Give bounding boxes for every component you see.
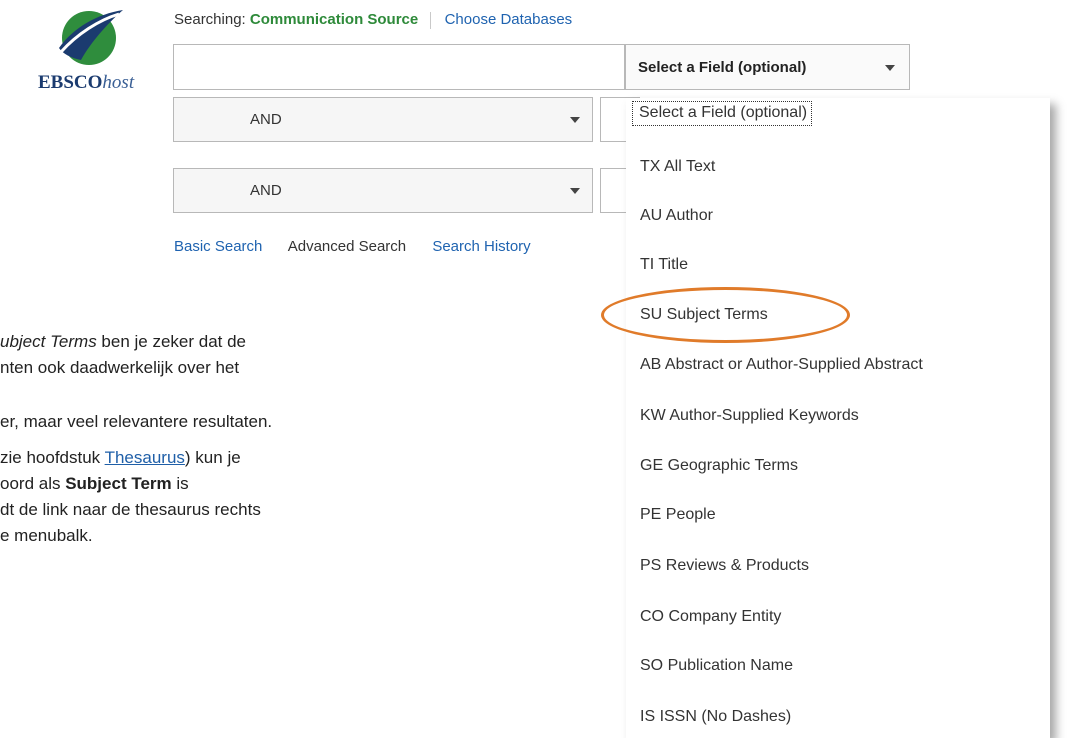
logo-wordmark: EBSCOhost — [38, 72, 135, 93]
dropdown-option[interactable]: SO Publication Name — [640, 657, 793, 675]
dropdown-option[interactable]: TX All Text — [640, 158, 715, 176]
search-mode-links: Basic Search Advanced Search Search Hist… — [174, 238, 553, 255]
searching-line: Searching: Communication Source Choose D… — [174, 11, 572, 29]
dropdown-option[interactable]: AB Abstract or Author-Supplied Abstract — [640, 356, 923, 374]
dropdown-option[interactable]: PE People — [640, 506, 716, 524]
body-text-line: zie hoofdstuk Thesaurus) kun je — [0, 448, 241, 467]
choose-databases-link[interactable]: Choose Databases — [445, 11, 573, 28]
separator — [430, 11, 432, 29]
dropdown-option[interactable]: KW Author-Supplied Keywords — [640, 407, 859, 425]
ebsco-logo-icon — [59, 10, 123, 65]
chevron-down-icon — [885, 65, 895, 71]
dropdown-option[interactable]: AU Author — [640, 207, 713, 225]
advanced-search-link[interactable]: Advanced Search — [288, 238, 406, 255]
boolean-operator-select[interactable]: AND — [173, 97, 593, 142]
thesaurus-link[interactable]: Thesaurus — [105, 448, 185, 467]
dropdown-option[interactable]: CO Company Entity — [640, 608, 781, 626]
operator-value: AND — [250, 111, 282, 128]
dropdown-option-subject-terms[interactable]: SU Subject Terms — [640, 306, 768, 324]
field-dropdown-list: Select a Field (optional) TX All Text AU… — [626, 98, 1050, 738]
operator-value: AND — [250, 182, 282, 199]
body-text-line: nten ook daadwerkelijk over het — [0, 358, 240, 377]
field-select-value: Select a Field (optional) — [638, 59, 807, 76]
body-text-line: dt de link naar de thesaurus rechts — [0, 500, 261, 519]
search-history-link[interactable]: Search History — [432, 238, 530, 255]
body-text-line: ubject Terms ben je zeker dat de — [0, 332, 247, 351]
ebscohost-logo[interactable]: EBSCOhost — [30, 8, 155, 103]
body-text-line: e menubalk. — [0, 526, 93, 545]
chevron-down-icon — [570, 117, 580, 123]
boolean-operator-select[interactable]: AND — [173, 168, 593, 213]
field-select[interactable]: Select a Field (optional) — [625, 44, 910, 90]
dropdown-option[interactable]: Select a Field (optional) — [632, 101, 813, 126]
search-input[interactable] — [173, 44, 625, 90]
dropdown-option[interactable]: TI Title — [640, 256, 688, 274]
body-text-line: oord als Subject Term is — [0, 474, 189, 493]
dropdown-option[interactable]: GE Geographic Terms — [640, 457, 798, 475]
chevron-down-icon — [570, 188, 580, 194]
body-text-line: er, maar veel relevantere resultaten. — [0, 412, 273, 431]
dropdown-option[interactable]: IS ISSN (No Dashes) — [640, 708, 791, 726]
searching-label: Searching: — [174, 11, 246, 28]
basic-search-link[interactable]: Basic Search — [174, 238, 262, 255]
current-database: Communication Source — [249, 11, 419, 28]
dropdown-option[interactable]: PS Reviews & Products — [640, 557, 809, 575]
